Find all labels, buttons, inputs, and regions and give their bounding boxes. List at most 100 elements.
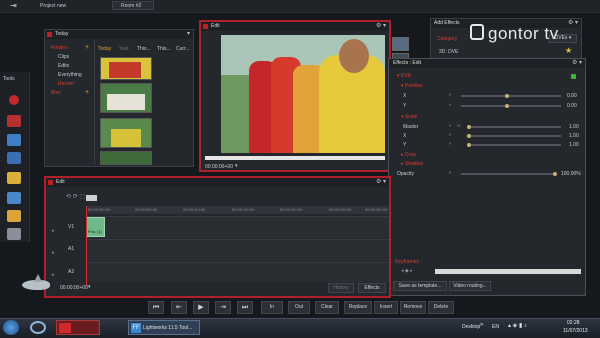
pos-x-slider[interactable] <box>461 95 561 97</box>
keyframe-nav-icons[interactable]: ◂ ◆ ▸ <box>401 268 413 274</box>
pos-x-value[interactable]: 0.00 <box>567 93 577 99</box>
panel-menu-icon[interactable]: ⚙ ▾ <box>376 23 386 30</box>
thumbnail-4[interactable] <box>100 151 152 165</box>
dve-section[interactable]: ▾ DVE <box>397 73 411 79</box>
scale-master-value[interactable]: 1.00 <box>569 124 579 130</box>
list-icon[interactable] <box>7 134 21 146</box>
favorite-star-icon[interactable]: ★ <box>565 46 572 55</box>
crop-section[interactable]: ▸ Crop <box>401 152 416 158</box>
player-timecode-menu-icon[interactable]: ▾ <box>235 163 238 169</box>
dve-enable-toggle[interactable] <box>571 74 576 79</box>
video-routing-button[interactable]: Video routing... <box>449 281 491 291</box>
show-desktop-icon[interactable]: » <box>480 322 483 328</box>
timeline-playhead[interactable] <box>86 206 87 286</box>
taskbar-app-browser-icon[interactable] <box>30 321 46 334</box>
scale-y-slider[interactable] <box>469 144 561 146</box>
go-to-end-button[interactable]: ⏭ <box>237 301 253 314</box>
track-a2[interactable] <box>86 262 389 282</box>
panel-menu-icon[interactable]: ▾ <box>187 31 190 38</box>
pos-y-value[interactable]: 0.00 <box>567 103 577 109</box>
scale-master-keyframe-icon[interactable]: ◐ <box>449 123 452 129</box>
player-strip-thumb-1[interactable] <box>392 37 409 51</box>
player-scrub-bar[interactable] <box>205 156 385 160</box>
opacity-value[interactable]: 100.00% <box>561 171 581 177</box>
go-to-start-button[interactable]: ⏮ <box>148 301 164 314</box>
clock-date[interactable]: 11/07/2013 <box>563 328 588 334</box>
thumbnail-2[interactable] <box>100 83 152 113</box>
thumbnail-3[interactable] <box>100 118 152 148</box>
track-toggle-icons[interactable]: ▸ ▸ ▸ <box>52 220 55 286</box>
pos-y-keyframe-icon[interactable]: ◐ <box>449 102 452 108</box>
track-a1[interactable] <box>86 239 389 261</box>
insert-button[interactable]: Insert <box>374 301 398 314</box>
position-section[interactable]: ▾ Position <box>401 83 423 89</box>
desktop-toolbar-label[interactable]: Desktop <box>462 324 480 330</box>
thumbnail-1[interactable] <box>100 57 152 80</box>
step-back-button[interactable]: ⇤ <box>171 301 187 314</box>
import-icon[interactable] <box>7 115 21 127</box>
save-as-template-button[interactable]: Save as template... <box>393 281 447 291</box>
keyframe-track[interactable] <box>435 269 581 274</box>
tree-clips[interactable]: Clips <box>58 54 69 60</box>
panel-close-icon[interactable] <box>203 24 208 29</box>
track-label-a2[interactable]: A2 <box>68 269 74 275</box>
panel-close-icon[interactable] <box>48 180 53 185</box>
out-button[interactable]: Out <box>288 301 310 314</box>
history-button[interactable]: History <box>328 283 354 293</box>
track-label-a1[interactable]: A1 <box>68 246 74 252</box>
opacity-knob[interactable] <box>553 172 557 176</box>
clear-button[interactable]: Clear <box>315 301 339 314</box>
keyboard-icon[interactable] <box>7 152 21 164</box>
tree-everything[interactable]: Everything <box>58 72 82 78</box>
timeline-scrollbar[interactable] <box>86 195 97 201</box>
scale-section[interactable]: ▾ Scale <box>401 114 417 120</box>
tab-yesterday[interactable]: Yest. <box>119 46 130 52</box>
tray-icons[interactable]: ▴ ◈ ▮ ♪ <box>508 322 527 329</box>
project-label[interactable]: Project new <box>40 3 66 9</box>
folder-icon[interactable] <box>7 172 21 184</box>
tab-this-week[interactable]: This... <box>137 46 151 52</box>
network-icon[interactable] <box>7 192 21 204</box>
exit-icon[interactable]: ⇥ <box>10 2 19 10</box>
scale-y-value[interactable]: 1.00 <box>569 142 579 148</box>
tab-current[interactable]: Curr... <box>176 46 190 52</box>
tree-edits[interactable]: Edits <box>58 63 69 69</box>
tab-today[interactable]: Today <box>98 46 111 52</box>
scale-master-slider[interactable] <box>469 126 561 128</box>
scale-x-knob[interactable] <box>467 134 471 138</box>
add-bin-icon[interactable]: + <box>85 89 89 96</box>
users-icon[interactable] <box>7 228 21 240</box>
effect-item-3d-dve[interactable]: 3D: DVE <box>439 49 458 55</box>
start-button[interactable] <box>3 320 19 335</box>
language-indicator[interactable]: EN <box>492 324 499 330</box>
timeline-timecode-menu-icon[interactable]: ▾ <box>88 284 91 290</box>
tree-recent[interactable]: Recent <box>58 81 74 87</box>
panel-menu-icon[interactable]: ⚙ ▾ <box>376 179 386 186</box>
panel-menu-icon[interactable]: ⚙ ▾ <box>572 60 582 67</box>
step-forward-button[interactable]: ⇥ <box>215 301 231 314</box>
scale-x-keyframe-icon[interactable]: ◐ <box>449 132 452 138</box>
track-v1[interactable] <box>86 216 389 238</box>
tree-bins[interactable]: Bins <box>51 90 61 96</box>
taskbar-app-lightworks[interactable] <box>56 320 100 335</box>
remove-button[interactable]: Remove <box>400 301 426 314</box>
add-folder-icon[interactable]: + <box>85 44 89 51</box>
panel-close-icon[interactable] <box>47 32 52 37</box>
scale-y-keyframe-icon[interactable]: ◐ <box>449 141 452 147</box>
pos-x-keyframe-icon[interactable]: ◐ <box>449 92 452 98</box>
effects-button[interactable]: Effects <box>358 283 386 293</box>
opacity-keyframe-icon[interactable]: ◐ <box>449 170 452 176</box>
replace-button[interactable]: Replace <box>344 301 372 314</box>
shadow-section[interactable]: ▸ Shadow <box>401 161 423 167</box>
scale-link-icon[interactable]: ∞ <box>457 123 461 129</box>
scale-x-value[interactable]: 1.00 <box>569 133 579 139</box>
in-button[interactable]: In <box>261 301 283 314</box>
pos-x-knob[interactable] <box>505 94 509 98</box>
tab-this-month[interactable]: This... <box>157 46 171 52</box>
play-button[interactable]: ▶ <box>193 301 209 314</box>
pos-y-slider[interactable] <box>461 105 561 107</box>
timeline-zoom-icons[interactable]: ⟲ ⟳ ⬚ <box>66 193 85 200</box>
track-label-v1[interactable]: V1 <box>68 224 74 230</box>
scale-x-slider[interactable] <box>469 135 561 137</box>
tree-folders[interactable]: Folders <box>51 45 68 51</box>
